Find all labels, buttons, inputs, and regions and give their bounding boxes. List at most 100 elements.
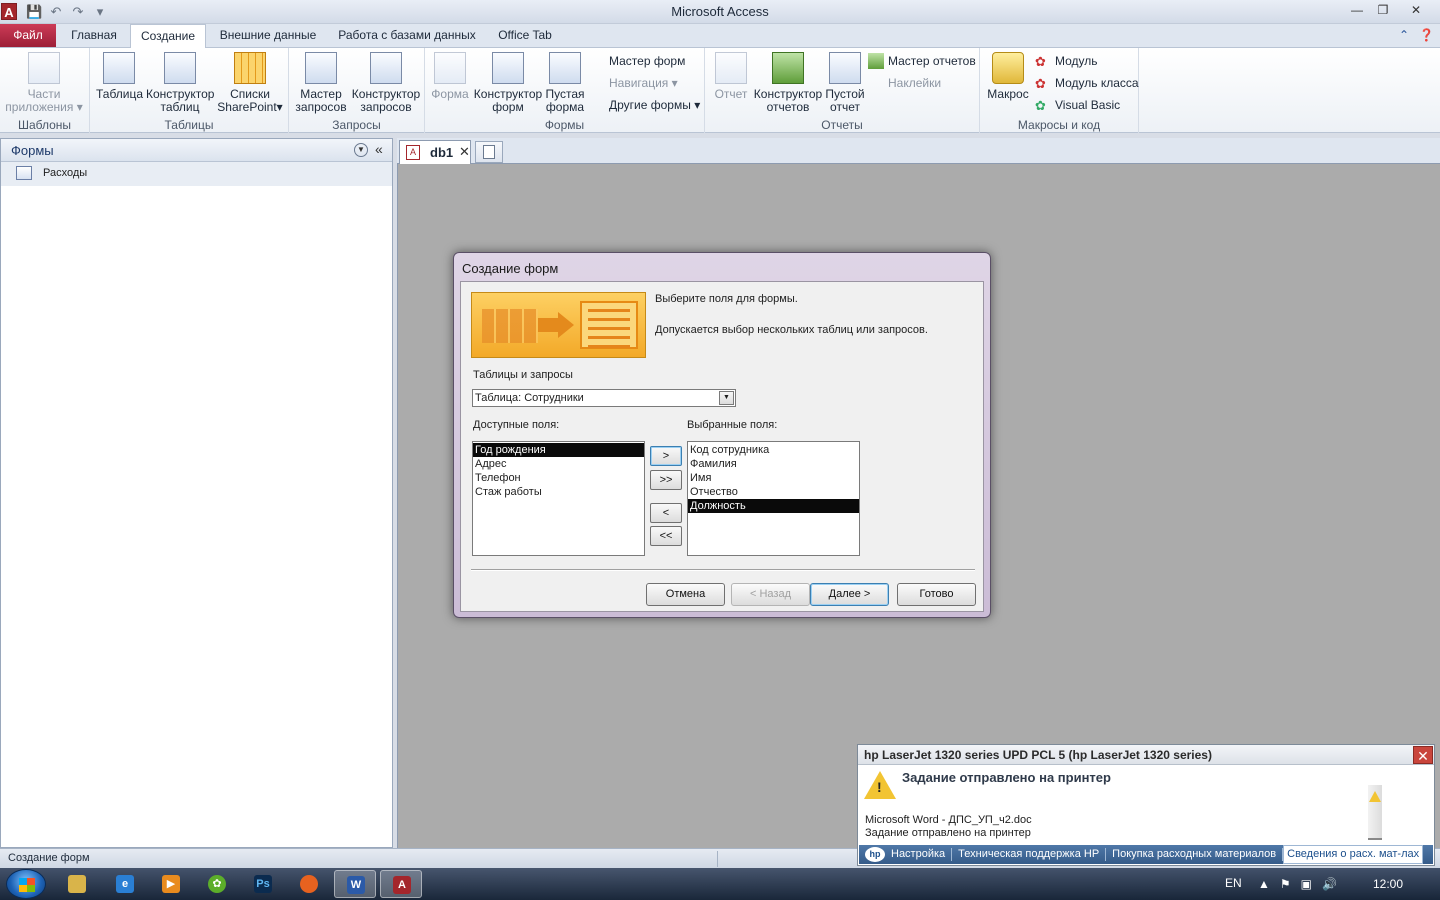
move-all-button[interactable]: >> — [650, 470, 682, 490]
more-forms-button[interactable]: Другие формы ▾ — [589, 96, 700, 114]
doc-tab-db1[interactable]: A db1 ✕ — [399, 140, 471, 164]
list-item[interactable]: Код сотрудника — [688, 443, 859, 457]
list-item[interactable]: Стаж работы — [473, 485, 644, 499]
nav-item-form[interactable]: Расходы — [1, 162, 392, 186]
finish-button[interactable]: Готово — [897, 583, 976, 606]
new-tab-button[interactable] — [475, 141, 503, 163]
link-buy-supplies[interactable]: Покупка расходных материалов — [1106, 848, 1284, 861]
window-title: Microsoft Access — [671, 4, 769, 19]
tab-create[interactable]: Создание — [130, 24, 206, 49]
remove-all-button[interactable]: << — [650, 526, 682, 546]
nav-pane-header: Формы ▼ « — [1, 139, 392, 162]
list-item[interactable]: Имя — [688, 471, 859, 485]
status-text: Создание форм — [8, 852, 90, 864]
chevron-down-icon[interactable]: ▼ — [354, 143, 368, 157]
group-queries: Мастер запросов Конструктор запросов Зап… — [289, 48, 425, 133]
tab-home[interactable]: Главная — [62, 24, 126, 48]
available-fields-list[interactable]: Год рождения Адрес Телефон Стаж работы — [472, 441, 645, 556]
network-icon[interactable]: ▣ — [1301, 877, 1312, 891]
cancel-button[interactable]: Отмена — [646, 583, 725, 606]
show-hidden-icons-icon[interactable]: ▲ — [1258, 877, 1270, 891]
query-wizard-icon — [305, 52, 337, 84]
list-item[interactable]: Отчество — [688, 485, 859, 499]
media-player-taskbar-button[interactable]: ▶ — [150, 870, 192, 898]
group-label: Таблицы — [164, 118, 214, 132]
clock[interactable]: 12:00 — [1373, 877, 1403, 891]
notification-title: hp LaserJet 1320 series UPD PCL 5 (hp La… — [864, 748, 1212, 762]
query-wizard-button[interactable]: Мастер запросов — [293, 52, 349, 114]
link-supplies-info[interactable]: Сведения о расх. мат-лах — [1283, 845, 1424, 864]
form-wizard-button[interactable]: Мастер форм — [589, 52, 685, 70]
list-item[interactable]: Год рождения — [473, 443, 644, 457]
dialog-title: Создание форм — [462, 261, 559, 276]
blank-report-button[interactable]: Пустой отчет — [825, 52, 865, 114]
list-item[interactable]: Должность — [688, 499, 859, 513]
close-icon[interactable]: ✕ — [1413, 746, 1433, 764]
action-center-icon[interactable]: ⚑ — [1280, 877, 1291, 891]
photoshop-icon: Ps — [254, 875, 272, 893]
chevron-down-icon[interactable]: ▼ — [719, 391, 734, 405]
module-button[interactable]: ✿ Модуль — [1035, 52, 1098, 70]
internet-explorer-icon: e — [116, 875, 134, 893]
ie-taskbar-button[interactable]: e — [104, 870, 146, 898]
close-window-icon[interactable]: ✕ — [1396, 1, 1436, 19]
icq-taskbar-button[interactable]: ✿ — [196, 870, 238, 898]
collapse-pane-icon[interactable]: « — [375, 141, 383, 157]
selected-fields-list[interactable]: Код сотрудника Фамилия Имя Отчество Долж… — [687, 441, 860, 556]
title-bar: A 💾 ↶ ↷ ▾ Microsoft Access — ❐ ✕ — [0, 0, 1440, 24]
table-design-button[interactable]: Конструктор таблиц — [146, 52, 214, 114]
form-design-button[interactable]: Конструктор форм — [473, 52, 543, 114]
firefox-taskbar-button[interactable] — [288, 870, 330, 898]
access-taskbar-button[interactable]: A — [380, 870, 422, 898]
list-item[interactable]: Телефон — [473, 471, 644, 485]
minimize-icon[interactable]: — — [1344, 1, 1370, 19]
sharepoint-lists-button[interactable]: Списки SharePoint▾ — [216, 52, 284, 114]
help-icon[interactable]: ❓ — [1419, 28, 1434, 42]
printer-notification: hp LaserJet 1320 series UPD PCL 5 (hp La… — [857, 744, 1435, 866]
windows-logo-icon — [19, 878, 35, 892]
explorer-taskbar-button[interactable] — [56, 870, 98, 898]
link-support[interactable]: Техническая поддержка HP — [952, 848, 1107, 861]
report-button[interactable]: Отчет — [709, 52, 753, 101]
tab-office-tab[interactable]: Office Tab — [490, 24, 560, 48]
back-button[interactable]: < Назад — [731, 583, 810, 606]
combo-value: Таблица: Сотрудники — [475, 392, 584, 404]
volume-icon[interactable]: 🔊 — [1322, 877, 1337, 891]
close-icon[interactable]: ✕ — [459, 144, 470, 160]
visual-basic-button[interactable]: ✿ Visual Basic — [1035, 96, 1120, 114]
available-fields-label: Доступные поля: — [473, 419, 560, 431]
module-icon: ✿ — [1035, 54, 1046, 69]
start-button[interactable] — [6, 869, 46, 899]
form-button[interactable]: Форма — [429, 52, 471, 101]
photoshop-taskbar-button[interactable]: Ps — [242, 870, 284, 898]
group-label: Шаблоны — [17, 118, 72, 132]
table-button[interactable]: Таблица — [96, 52, 143, 101]
link-settings[interactable]: Настройка — [885, 848, 953, 861]
macro-button[interactable]: Макрос — [986, 52, 1030, 101]
class-module-button[interactable]: ✿ Модуль класса — [1035, 74, 1139, 92]
labels-button[interactable]: Наклейки — [868, 74, 941, 92]
report-wizard-button[interactable]: Мастер отчетов — [868, 52, 976, 70]
nav-pane-title[interactable]: Формы — [11, 143, 54, 158]
notification-message: Задание отправлено на принтер — [902, 770, 1111, 785]
restore-icon[interactable]: ❐ — [1370, 1, 1396, 19]
tab-external-data[interactable]: Внешние данные — [212, 24, 324, 48]
language-indicator[interactable]: EN — [1225, 876, 1242, 890]
list-item[interactable]: Фамилия — [688, 457, 859, 471]
app-parts-button[interactable]: Части приложения ▾ — [4, 52, 84, 114]
report-design-button[interactable]: Конструктор отчетов — [753, 52, 823, 114]
minimize-ribbon-icon[interactable]: ⌃ — [1399, 28, 1409, 42]
move-one-button[interactable]: > — [650, 446, 682, 466]
group-templates: Части приложения ▾ Шаблоны — [0, 48, 90, 133]
next-button[interactable]: Далее > — [810, 583, 889, 606]
list-item[interactable]: Адрес — [473, 457, 644, 471]
query-design-button[interactable]: Конструктор запросов — [351, 52, 421, 114]
blank-form-button[interactable]: Пустая форма — [545, 52, 585, 114]
navigation-button[interactable]: Навигация ▾ — [589, 74, 678, 92]
remove-one-button[interactable]: < — [650, 503, 682, 523]
tab-database-tools[interactable]: Работа с базами данных — [332, 24, 482, 48]
word-taskbar-button[interactable]: W — [334, 870, 376, 898]
group-reports: Отчет Конструктор отчетов Пустой отчет М… — [705, 48, 980, 133]
tables-queries-combo[interactable]: Таблица: Сотрудники ▼ — [472, 389, 736, 407]
tab-file[interactable]: Файл — [0, 24, 56, 47]
